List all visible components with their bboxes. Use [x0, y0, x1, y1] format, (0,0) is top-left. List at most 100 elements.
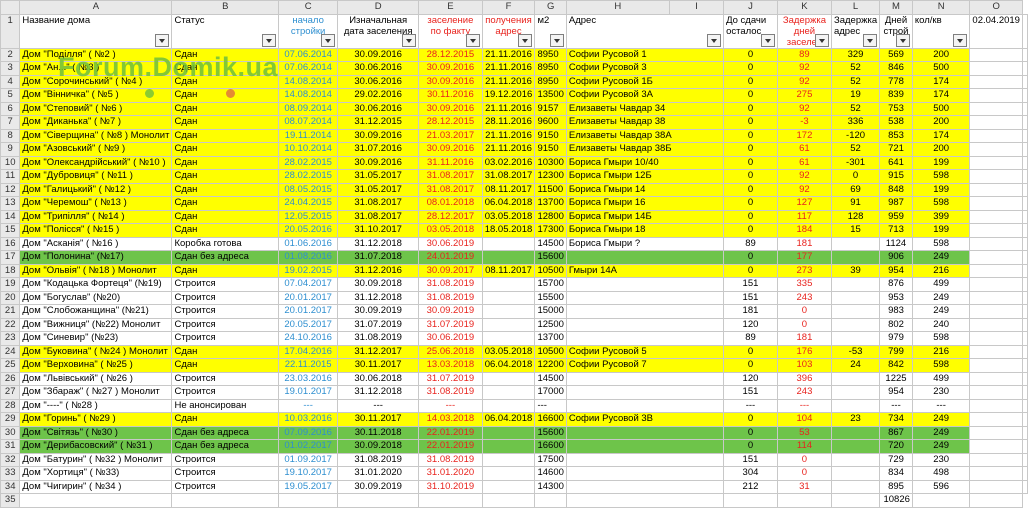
cell-c[interactable]: 07.04.2017 — [278, 277, 339, 292]
cell-a[interactable]: Дом "Полісся" ( №15 ) — [19, 223, 173, 238]
cell-m[interactable]: 216 — [911, 263, 971, 278]
cell-m[interactable]: 240 — [911, 317, 971, 332]
cell-b[interactable]: Строится — [171, 331, 280, 346]
cell-c[interactable]: 10.03.2016 — [278, 412, 339, 427]
cell-n[interactable] — [969, 182, 1023, 197]
cell-i[interactable]: 0 — [723, 74, 778, 89]
cell-l[interactable]: 848 — [879, 182, 913, 197]
column-header-h[interactable]: H — [565, 0, 670, 15]
cell-n[interactable] — [969, 331, 1023, 346]
cell-a[interactable]: Дом "Збараж" ( №27 ) Монолит — [19, 385, 173, 400]
row-header[interactable]: 14 — [0, 209, 21, 224]
cell-c[interactable]: 01.08.2016 — [278, 250, 339, 265]
column-header-i[interactable]: I — [668, 0, 725, 15]
cell-e[interactable]: 31.07.2019 — [418, 371, 483, 386]
cell-f[interactable] — [481, 236, 536, 251]
cell-i[interactable]: 0 — [723, 101, 778, 116]
cell-f[interactable] — [481, 439, 536, 454]
cell-o[interactable] — [1022, 115, 1028, 130]
cell-c[interactable]: 12.05.2015 — [278, 209, 339, 224]
row-header[interactable]: 19 — [0, 277, 21, 292]
cell-f[interactable]: 03.02.2016 — [481, 155, 536, 170]
cell-e[interactable]: 30.09.2017 — [418, 263, 483, 278]
cell-g[interactable]: 12300 — [534, 169, 567, 184]
cell-o[interactable] — [1022, 263, 1028, 278]
cell-b[interactable]: Сдан — [171, 101, 280, 116]
cell-b[interactable]: Сдан — [171, 196, 280, 211]
cell-b[interactable]: Сдан — [171, 263, 280, 278]
cell-c[interactable]: 01.09.2017 — [278, 452, 339, 467]
cell-i[interactable]: 0 — [723, 115, 778, 130]
row-header[interactable]: 12 — [0, 182, 21, 197]
cell-i[interactable]: 89 — [723, 236, 778, 251]
cell-d[interactable]: 30.11.2018 — [337, 425, 420, 440]
cell-n[interactable] — [969, 209, 1023, 224]
cell-g[interactable]: 9150 — [534, 142, 567, 157]
filter-dropdown-icon[interactable] — [814, 33, 829, 47]
row-header[interactable]: 3 — [0, 61, 21, 76]
cell-f[interactable]: 06.04.2018 — [481, 196, 536, 211]
cell-l[interactable] — [830, 493, 881, 508]
cell-k[interactable]: 128 — [830, 209, 881, 224]
header-cell-a[interactable]: Название дома — [19, 13, 173, 49]
header-cell-d[interactable]: Изначальная дата заселения — [337, 13, 420, 49]
cell-a[interactable]: Дом "Галицький" ( №12 ) — [19, 182, 173, 197]
row-header[interactable]: 16 — [0, 236, 21, 251]
row-header[interactable]: 29 — [0, 412, 21, 427]
filter-dropdown-icon[interactable] — [465, 33, 480, 47]
cell-a[interactable]: Дом "Олександрійський" ( №10 ) — [19, 155, 173, 170]
header-cell-c[interactable]: начало стройки — [278, 13, 339, 49]
cell-k[interactable]: 52 — [830, 101, 881, 116]
cell-e[interactable]: 31.10.2019 — [418, 479, 483, 494]
cell-i[interactable]: 0 — [723, 439, 778, 454]
cell-e[interactable]: 25.06.2018 — [418, 344, 483, 359]
cell-a[interactable] — [19, 493, 173, 508]
cell-m[interactable]: 200 — [911, 47, 971, 62]
row-header[interactable]: 5 — [0, 88, 21, 103]
cell-o[interactable] — [1022, 142, 1028, 157]
cell-m[interactable]: 500 — [911, 61, 971, 76]
cell-e[interactable]: 28.12.2017 — [418, 209, 483, 224]
cell-n[interactable] — [969, 61, 1023, 76]
cell-o[interactable] — [1022, 371, 1028, 386]
filter-dropdown-icon[interactable] — [760, 33, 775, 47]
cell-d[interactable]: 31.08.2017 — [337, 196, 420, 211]
cell-g[interactable]: 8950 — [534, 61, 567, 76]
cell-a[interactable]: Дом "Полонина" (№17) — [19, 250, 173, 265]
cell-j[interactable]: 396 — [776, 371, 832, 386]
cell-g[interactable]: 10300 — [534, 155, 567, 170]
column-header-f[interactable]: F — [481, 0, 536, 15]
cell-e[interactable]: 30.09.2019 — [418, 304, 483, 319]
cell-d[interactable] — [337, 493, 420, 508]
row-header[interactable]: 33 — [0, 466, 21, 481]
cell-n[interactable] — [969, 439, 1023, 454]
cell-d[interactable]: 31.01.2020 — [337, 466, 420, 481]
cell-g[interactable]: --- — [534, 398, 567, 413]
cell-h[interactable]: Бориса Гмыри 18 — [565, 223, 725, 238]
cell-k[interactable]: 24 — [830, 358, 881, 373]
cell-j[interactable]: 92 — [776, 74, 832, 89]
filter-dropdown-icon[interactable] — [863, 33, 878, 47]
cell-j[interactable]: 0 — [776, 466, 832, 481]
cell-n[interactable] — [969, 290, 1023, 305]
cell-j[interactable]: 92 — [776, 61, 832, 76]
cell-h[interactable] — [565, 479, 725, 494]
cell-d[interactable]: 30.09.2018 — [337, 439, 420, 454]
cell-c[interactable]: 23.03.2016 — [278, 371, 339, 386]
row-header[interactable]: 21 — [0, 304, 21, 319]
cell-g[interactable]: 9600 — [534, 115, 567, 130]
cell-c[interactable]: 01.06.2016 — [278, 236, 339, 251]
cell-o[interactable] — [969, 493, 1023, 508]
column-header-b[interactable]: B — [171, 0, 280, 15]
cell-a[interactable]: Дом "Буковина" ( №24 ) Монолит — [19, 344, 173, 359]
cell-n[interactable] — [969, 101, 1023, 116]
cell-m[interactable]: 499 — [911, 371, 971, 386]
cell-f[interactable]: 21.11.2016 — [481, 101, 536, 116]
cell-h[interactable]: Бориса Гмыри 12Б — [565, 169, 725, 184]
cell-o[interactable] — [1022, 74, 1028, 89]
cell-a[interactable]: Дом "Трипілля" ( №14 ) — [19, 209, 173, 224]
cell-i[interactable]: 0 — [723, 425, 778, 440]
column-header-m[interactable]: M — [879, 0, 913, 15]
cell-f[interactable] — [481, 277, 536, 292]
cell-i[interactable]: 304 — [723, 466, 778, 481]
